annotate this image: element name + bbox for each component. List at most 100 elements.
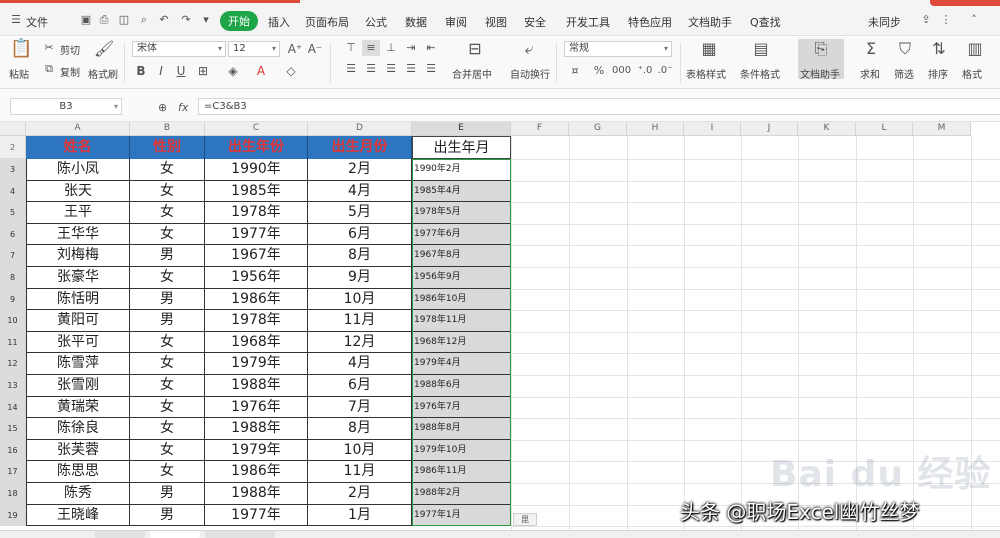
cell-gender[interactable]: 女 (130, 180, 205, 203)
outdent-icon[interactable]: ⇤ (422, 40, 440, 56)
cell-combined[interactable]: 1986年10月 (412, 288, 511, 311)
tab-data[interactable]: 数据 (405, 14, 427, 30)
decrease-decimal-icon[interactable]: .0⁻ (656, 63, 674, 79)
cell-name[interactable]: 陈徐良 (26, 418, 130, 440)
sheet-tab[interactable] (205, 531, 275, 538)
column-header-d[interactable]: D (308, 122, 412, 136)
align-bottom-icon[interactable]: ⊥ (382, 40, 400, 56)
tab-formulas[interactable]: 公式 (365, 14, 387, 30)
currency-icon[interactable]: ¤ (566, 63, 584, 79)
font-name-select[interactable]: 宋体 ▾ (132, 41, 226, 57)
column-header-b[interactable]: B (130, 122, 205, 136)
undo-icon[interactable]: ↶ (158, 14, 170, 25)
cell-gender[interactable]: 女 (130, 353, 205, 375)
format-painter-icon[interactable]: 🖌 (94, 41, 114, 57)
row-header[interactable]: 5 (0, 202, 26, 224)
formula-input[interactable]: =C3&B3 (198, 98, 1000, 115)
column-header-f[interactable]: F (511, 122, 569, 136)
cell-combined[interactable]: 1968年12月 (412, 331, 511, 354)
format-icon[interactable]: ▥ (966, 41, 984, 57)
doc-assistant-icon[interactable]: ⎘ (812, 41, 830, 57)
cell-year[interactable]: 1956年 (205, 267, 308, 289)
percent-icon[interactable]: % (590, 63, 608, 79)
fill-color-icon[interactable]: ◈ (224, 63, 242, 79)
preview-icon[interactable]: ◫ (118, 14, 130, 25)
cell-month[interactable]: 4月 (308, 353, 412, 375)
cell-combined[interactable]: 1978年5月 (412, 202, 511, 224)
row-header[interactable]: 7 (0, 245, 26, 267)
border-icon[interactable]: ⊞ (194, 63, 212, 79)
row-header[interactable]: 9 (0, 288, 26, 311)
more-icon[interactable]: ⋮ (940, 14, 952, 25)
column-header-g[interactable]: G (569, 122, 627, 136)
merge-center-button[interactable]: 合并居中 (452, 66, 492, 81)
select-all-corner[interactable] (0, 122, 26, 136)
cell-month[interactable]: 10月 (308, 288, 412, 311)
paste-button[interactable]: 粘贴 (9, 66, 29, 81)
decrease-font-icon[interactable]: A⁻ (306, 41, 324, 57)
cell-month[interactable]: 2月 (308, 159, 412, 181)
conditional-format-icon[interactable]: ▤ (752, 41, 770, 57)
italic-icon[interactable]: I (152, 63, 170, 79)
sheet-tab-active[interactable] (150, 531, 200, 538)
cell-name[interactable]: 王华华 (26, 223, 130, 246)
sum-icon[interactable]: Σ (862, 41, 880, 57)
header-cell[interactable]: 性别 (130, 136, 205, 159)
cell-combined[interactable]: 1979年10月 (412, 439, 511, 462)
cell-gender[interactable]: 男 (130, 483, 205, 505)
cell-combined[interactable]: 1985年4月 (412, 180, 511, 203)
cell-name[interactable]: 刘梅梅 (26, 245, 130, 267)
cell-gender[interactable]: 女 (130, 223, 205, 246)
cell-month[interactable]: 2月 (308, 483, 412, 505)
distribute-icon[interactable]: ☰ (422, 61, 440, 77)
cell-name[interactable]: 王平 (26, 202, 130, 224)
column-header-e[interactable]: E (412, 122, 511, 136)
cell-year[interactable]: 1976年 (205, 396, 308, 419)
cell-year[interactable]: 1978年 (205, 310, 308, 332)
cell-combined[interactable]: 1988年6月 (412, 375, 511, 397)
underline-icon[interactable]: U (172, 63, 190, 79)
cell-month[interactable]: 9月 (308, 267, 412, 289)
cell-year[interactable]: 1968年 (205, 331, 308, 354)
cell-gender[interactable]: 女 (130, 461, 205, 483)
justify-icon[interactable]: ☰ (402, 61, 420, 77)
align-top-icon[interactable]: ⊤ (342, 40, 360, 56)
cell-month[interactable]: 10月 (308, 439, 412, 462)
cell-year[interactable]: 1979年 (205, 439, 308, 462)
find-icon[interactable]: ⌕ (138, 14, 150, 25)
align-left-icon[interactable]: ☰ (342, 61, 360, 77)
cell-gender[interactable]: 女 (130, 331, 205, 354)
save-icon[interactable]: ▣ (80, 14, 92, 25)
filter-icon[interactable]: ⛉ (896, 41, 914, 57)
align-right-icon[interactable]: ☰ (382, 61, 400, 77)
cell-gender[interactable]: 女 (130, 159, 205, 181)
paste-icon[interactable]: 📋 (10, 40, 32, 58)
cell-gender[interactable]: 女 (130, 418, 205, 440)
row-header[interactable]: 10 (0, 310, 26, 332)
file-menu[interactable]: 文件 (26, 14, 48, 30)
tab-doc-assistant[interactable]: 文档助手 (688, 14, 732, 30)
table-style-button[interactable]: 表格样式 (686, 66, 726, 81)
copy-button[interactable]: 复制 (60, 64, 80, 79)
sync-status[interactable]: 未同步 (868, 14, 901, 30)
cell-name[interactable]: 陈小凤 (26, 159, 130, 181)
cell-name[interactable]: 张豪华 (26, 267, 130, 289)
cell-combined[interactable]: 1977年1月 (412, 504, 511, 527)
cell-month[interactable]: 7月 (308, 396, 412, 419)
cell-year[interactable]: 1988年 (205, 375, 308, 397)
font-color-icon[interactable]: A (252, 63, 270, 79)
redo-icon[interactable]: ↷ (180, 14, 192, 25)
wrap-icon[interactable]: ⤶ (520, 41, 538, 57)
cell-name[interactable]: 陈雪萍 (26, 353, 130, 375)
cell-gender[interactable]: 男 (130, 310, 205, 332)
column-header-a[interactable]: A (26, 122, 130, 136)
cell-combined[interactable]: 1967年8月 (412, 245, 511, 267)
cell-gender[interactable]: 女 (130, 396, 205, 419)
cell-month[interactable]: 6月 (308, 223, 412, 246)
cell-month[interactable]: 12月 (308, 331, 412, 354)
doc-assistant-button[interactable]: 文档助手 (800, 66, 840, 81)
column-header-i[interactable]: I (684, 122, 741, 136)
cell-combined[interactable]: 1988年2月 (412, 483, 511, 505)
cell-name[interactable]: 黄瑞荣 (26, 396, 130, 419)
row-header[interactable]: 19 (0, 504, 26, 527)
